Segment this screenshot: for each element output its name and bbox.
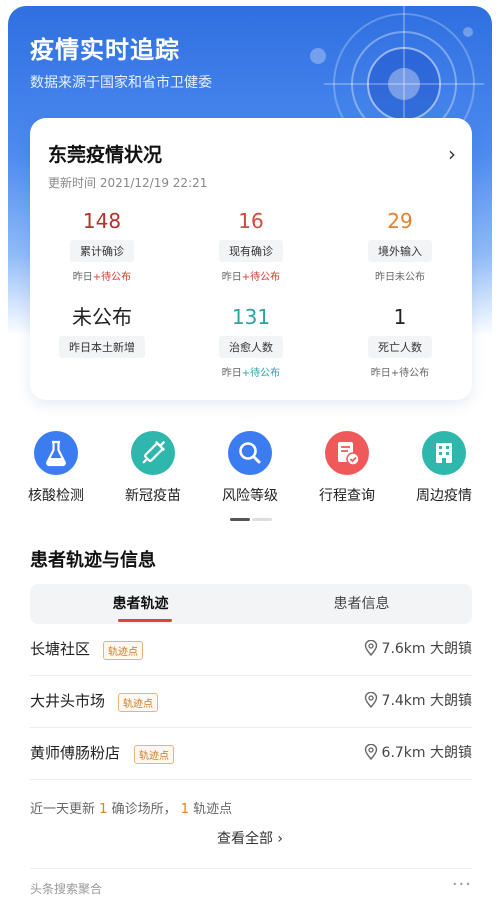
- page: 疫情实时追踪 数据来源于国家和省市卫健委 东莞疫情状况 › 更新时间 2021/…: [8, 6, 492, 902]
- more-options-icon[interactable]: ···: [452, 874, 472, 895]
- stat-imported: 29 境外输入 昨日未公布: [330, 208, 470, 283]
- location-name: 黄师傅肠粉店: [30, 744, 121, 762]
- stat-value: 未公布: [72, 305, 132, 329]
- stat-value: 16: [238, 209, 264, 233]
- shortcut-label: 核酸检测: [28, 488, 84, 504]
- chevron-right-icon[interactable]: ›: [448, 142, 456, 166]
- data-source-subtitle: 数据来源于国家和省市卫健委: [30, 75, 212, 91]
- location-name: 大井头市场: [30, 692, 106, 710]
- tab-patient-info[interactable]: 患者信息: [251, 584, 472, 624]
- shortcut-itinerary[interactable]: 行程查询: [299, 431, 395, 505]
- card-title: 东莞疫情状况: [48, 144, 163, 166]
- stat-value: 29: [387, 209, 413, 233]
- track-point-tag: 轨迹点: [134, 745, 174, 764]
- stat-note: 昨日+待公布: [221, 368, 281, 379]
- shortcut-risk-level[interactable]: 风险等级: [202, 431, 298, 505]
- shortcut-nearby[interactable]: 周边疫情: [396, 431, 492, 505]
- stat-note: 昨日未公布: [375, 272, 425, 283]
- stat-label: 死亡人数: [368, 336, 432, 358]
- stat-deaths: 1 死亡人数 昨日+待公布: [330, 304, 470, 379]
- shortcut-label: 周边疫情: [416, 488, 472, 504]
- location-name: 长塘社区: [30, 640, 91, 658]
- map-pin-icon: [364, 640, 377, 656]
- magnifier-icon: [228, 431, 272, 475]
- stat-label: 现有确诊: [219, 240, 283, 262]
- location-distance: 6.7km 大朗镇: [364, 742, 472, 762]
- section-title: 患者轨迹与信息: [30, 550, 156, 571]
- shortcut-label: 新冠疫苗: [125, 488, 181, 504]
- stat-value: 131: [231, 305, 271, 329]
- stat-note: 昨日+待公布: [370, 368, 430, 379]
- tab-bar: 患者轨迹 患者信息: [30, 584, 472, 624]
- active-tab-indicator: [118, 619, 172, 622]
- tab-patient-track[interactable]: 患者轨迹: [30, 584, 251, 624]
- epidemic-status-card[interactable]: 东莞疫情状况 › 更新时间 2021/12/19 22:21 148 累计确诊 …: [30, 118, 472, 400]
- stat-value: 148: [82, 209, 122, 233]
- divider: [30, 868, 472, 869]
- location-distance: 7.4km 大朗镇: [364, 690, 472, 710]
- update-time: 更新时间 2021/12/19 22:21: [48, 176, 208, 190]
- stat-recovered: 131 治愈人数 昨日+待公布: [181, 304, 321, 379]
- track-point-tag: 轨迹点: [103, 641, 143, 660]
- page-title: 疫情实时追踪: [30, 36, 180, 64]
- list-item[interactable]: 长塘社区 轨迹点 7.6km 大朗镇: [30, 624, 472, 676]
- stat-current-confirmed: 16 现有确诊 昨日+待公布: [181, 208, 321, 283]
- stat-note: 昨日+待公布: [221, 272, 281, 283]
- stat-note: [32, 364, 172, 378]
- shortcut-grid: 核酸检测 新冠疫苗 风险等级 行程查询 周边疫情: [8, 431, 492, 511]
- track-point-tag: 轨迹点: [118, 693, 158, 712]
- footer-source: 头条搜索聚合: [30, 882, 103, 896]
- chevron-right-icon: ›: [272, 831, 284, 847]
- stat-local-new: 未公布 昨日本土新增: [32, 304, 172, 378]
- stat-value: 1: [393, 305, 407, 329]
- map-pin-icon: [364, 744, 377, 760]
- location-distance: 7.6km 大朗镇: [364, 638, 472, 658]
- stat-note: 昨日+待公布: [72, 272, 132, 283]
- flask-icon: [34, 431, 78, 475]
- carousel-indicator: [230, 518, 272, 521]
- list-item[interactable]: 大井头市场 轨迹点 7.4km 大朗镇: [30, 676, 472, 728]
- stat-label: 治愈人数: [219, 336, 283, 358]
- stat-label: 累计确诊: [70, 240, 134, 262]
- map-pin-icon: [364, 692, 377, 708]
- building-icon: [422, 431, 466, 475]
- stat-label: 境外输入: [368, 240, 432, 262]
- syringe-icon: [131, 431, 175, 475]
- view-all-link[interactable]: 查看全部 ›: [8, 828, 492, 848]
- shortcut-nucleic-test[interactable]: 核酸检测: [8, 431, 104, 505]
- stat-total-confirmed: 148 累计确诊 昨日+待公布: [32, 208, 172, 283]
- list-item[interactable]: 黄师傅肠粉店 轨迹点 6.7km 大朗镇: [30, 728, 472, 780]
- stat-label: 昨日本土新增: [59, 336, 145, 358]
- update-summary: 近一天更新 1 确诊场所， 1 轨迹点: [30, 802, 233, 817]
- shortcut-label: 行程查询: [319, 488, 375, 504]
- itinerary-icon: [325, 431, 369, 475]
- shortcut-label: 风险等级: [222, 488, 278, 504]
- shortcut-vaccine[interactable]: 新冠疫苗: [105, 431, 201, 505]
